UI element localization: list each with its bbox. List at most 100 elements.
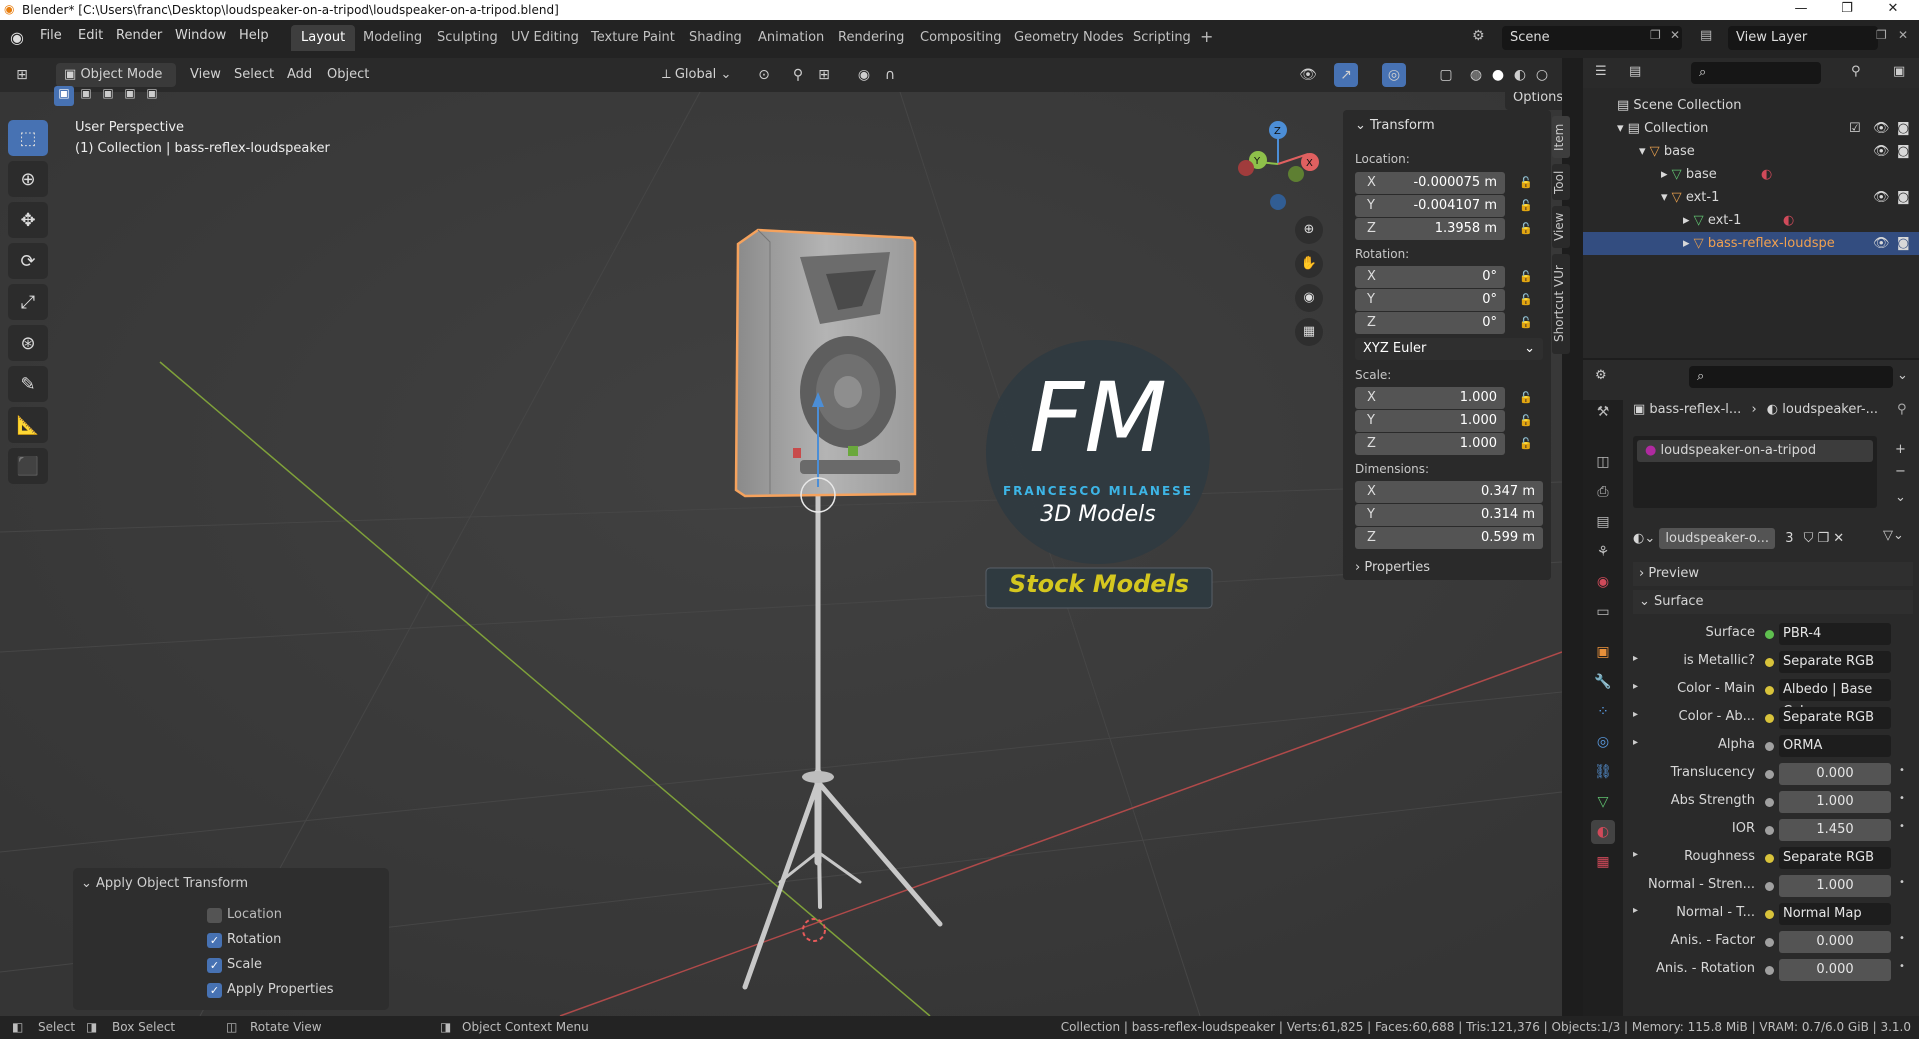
surface-link-field[interactable]: Separate RGB bbox=[1779, 847, 1891, 869]
rotation-checkbox[interactable]: ✓ bbox=[207, 933, 222, 948]
outliner-row-base-mesh[interactable]: ▸ ▽ base ◐ bbox=[1583, 163, 1919, 186]
visibility-icon[interactable]: 👁 bbox=[1296, 63, 1320, 87]
tab-shading[interactable]: Shading bbox=[679, 25, 752, 51]
select-intersect-icon[interactable]: ▣ bbox=[142, 86, 162, 106]
outliner-row-scene-collection[interactable]: ▤ Scene Collection bbox=[1583, 94, 1919, 117]
material-slot-list[interactable]: ● loudspeaker-on-a-tripod bbox=[1633, 436, 1877, 508]
add-slot-icon[interactable]: + bbox=[1895, 442, 1906, 457]
socket-icon[interactable] bbox=[1765, 770, 1774, 779]
add-cube-tool-icon[interactable]: ⬛ bbox=[8, 448, 48, 484]
menu-add[interactable]: Add bbox=[287, 63, 312, 87]
proportional-edit-icon[interactable]: ◉ bbox=[852, 63, 876, 87]
dimensions-x-field[interactable]: X 0.347 m bbox=[1355, 481, 1543, 503]
socket-icon[interactable] bbox=[1765, 882, 1774, 891]
scale-tool-icon[interactable]: ⤢ bbox=[8, 284, 48, 320]
lock-icon[interactable]: 🔓 bbox=[1519, 391, 1533, 404]
surface-link-field[interactable]: Normal Map bbox=[1779, 903, 1891, 925]
collection-tab-icon[interactable]: ▭ bbox=[1591, 600, 1615, 624]
select-subtract-icon[interactable]: ▣ bbox=[98, 86, 118, 106]
rotation-y-field[interactable]: Y 0° bbox=[1355, 289, 1505, 311]
expand-icon[interactable]: ▸ bbox=[1683, 236, 1694, 251]
data-tab-icon[interactable]: ▽ bbox=[1591, 790, 1615, 814]
surface-number-field[interactable]: 0.000 bbox=[1779, 959, 1891, 981]
chevron-down-icon[interactable]: ⌄ bbox=[1897, 368, 1908, 383]
scale-x-field[interactable]: X 1.000 bbox=[1355, 387, 1505, 409]
gizmo-icon[interactable]: ↗ bbox=[1334, 63, 1358, 87]
tab-shortcut-vur[interactable]: Shortcut VUr bbox=[1552, 254, 1570, 354]
lock-icon[interactable]: 🔓 bbox=[1519, 414, 1533, 427]
expand-icon[interactable]: ▸ bbox=[1683, 213, 1694, 228]
zoom-icon[interactable]: ⊕ bbox=[1295, 216, 1323, 244]
blender-menu-icon[interactable]: ◉ bbox=[10, 28, 24, 47]
camera-icon[interactable]: ◙ bbox=[1897, 186, 1910, 209]
surface-number-field[interactable]: 1.450 bbox=[1779, 819, 1891, 841]
keyframe-icon[interactable]: • bbox=[1899, 877, 1905, 888]
keyframe-icon[interactable]: • bbox=[1899, 933, 1905, 944]
fake-user-icon[interactable]: ⛉ ❐ ✕ bbox=[1804, 531, 1845, 546]
render-tab-icon[interactable]: ◫ bbox=[1591, 450, 1615, 474]
socket-icon[interactable] bbox=[1765, 966, 1774, 975]
view-layer-selector[interactable]: View Layer bbox=[1728, 26, 1878, 50]
tab-scripting[interactable]: Scripting bbox=[1123, 25, 1201, 51]
filter-icon[interactable]: ⚲ bbox=[1851, 64, 1861, 79]
falloff-icon[interactable]: ∩ bbox=[878, 63, 902, 87]
material-browse-icon[interactable]: ◐⌄ bbox=[1633, 531, 1659, 546]
pin-icon[interactable]: ⚲ bbox=[1897, 402, 1907, 417]
expand-icon[interactable]: ▾ bbox=[1617, 121, 1628, 136]
pivot-icon[interactable]: ⊙ bbox=[752, 63, 776, 87]
remove-slot-icon[interactable]: − bbox=[1895, 464, 1906, 479]
expand-icon[interactable]: ▾ bbox=[1661, 190, 1672, 205]
scale-y-field[interactable]: Y 1.000 bbox=[1355, 410, 1505, 432]
material-datablock[interactable]: ◐⌄ loudspeaker-o... 3 ⛉ ❐ ✕ bbox=[1633, 528, 1853, 550]
surface-link-field[interactable]: Separate RGB bbox=[1779, 651, 1891, 673]
surface-number-field[interactable]: 0.000 bbox=[1779, 931, 1891, 953]
socket-icon[interactable] bbox=[1765, 742, 1774, 751]
chevron-down-icon[interactable]: ⌄ bbox=[1895, 490, 1906, 505]
menu-object[interactable]: Object bbox=[327, 63, 369, 87]
menu-edit[interactable]: Edit bbox=[78, 28, 103, 43]
select-extend-icon[interactable]: ▣ bbox=[76, 86, 96, 106]
transform-orientation[interactable]: ⟂ Global ⌄ bbox=[656, 63, 742, 87]
select-box-tool-icon[interactable]: ⬚ bbox=[8, 120, 48, 156]
rendered-shading-icon[interactable]: ○ bbox=[1530, 63, 1554, 87]
surface-link-field[interactable]: PBR-4 bbox=[1779, 623, 1891, 645]
outliner-row-bass-reflex[interactable]: ▸ ▽ bass-reflex-loudspe 👁 ◙ bbox=[1583, 232, 1919, 255]
overlays-icon[interactable]: ◎ bbox=[1382, 63, 1406, 87]
scale-z-field[interactable]: Z 1.000 bbox=[1355, 433, 1505, 455]
lock-icon[interactable]: 🔓 bbox=[1519, 199, 1533, 212]
cursor-tool-icon[interactable]: ⊕ bbox=[8, 161, 48, 197]
surface-number-field[interactable]: 1.000 bbox=[1779, 875, 1891, 897]
dimensions-y-field[interactable]: Y 0.314 m bbox=[1355, 504, 1543, 526]
minimize-icon[interactable]: — bbox=[1778, 0, 1824, 20]
material-name-field[interactable]: loudspeaker-o... bbox=[1659, 528, 1776, 549]
properties-subpanel[interactable]: › Properties bbox=[1343, 556, 1551, 580]
tab-geometry-nodes[interactable]: Geometry Nodes bbox=[1004, 25, 1134, 51]
lock-icon[interactable]: 🔓 bbox=[1519, 222, 1533, 235]
lock-icon[interactable]: 🔓 bbox=[1519, 437, 1533, 450]
outliner-row-base[interactable]: ▾ ▽ base 👁 ◙ bbox=[1583, 140, 1919, 163]
socket-icon[interactable] bbox=[1765, 630, 1774, 639]
select-invert-icon[interactable]: ▣ bbox=[120, 86, 140, 106]
eye-icon[interactable]: 👁 bbox=[1873, 186, 1890, 209]
tab-modeling[interactable]: Modeling bbox=[353, 25, 432, 51]
camera-view-icon[interactable]: ◉ bbox=[1295, 284, 1323, 312]
material-tab-icon[interactable]: ◐ bbox=[1591, 820, 1615, 844]
view-layer-icon[interactable]: ▤ bbox=[1700, 28, 1712, 43]
outliner-row-ext-1-mesh[interactable]: ▸ ▽ ext-1 ◐ bbox=[1583, 209, 1919, 232]
move-tool-icon[interactable]: ✥ bbox=[8, 202, 48, 238]
socket-icon[interactable] bbox=[1765, 910, 1774, 919]
new-view-layer-icon[interactable]: ❐ bbox=[1876, 28, 1887, 42]
scene-tab-icon[interactable]: ⚘ bbox=[1591, 540, 1615, 564]
tab-compositing[interactable]: Compositing bbox=[910, 25, 1012, 51]
options-dropdown[interactable]: Options ⌄ bbox=[1505, 92, 1562, 129]
world-tab-icon[interactable]: ◉ bbox=[1591, 570, 1615, 594]
xray-icon[interactable]: ▢ bbox=[1434, 63, 1458, 87]
snap-target-icon[interactable]: ⊞ bbox=[812, 63, 836, 87]
socket-icon[interactable] bbox=[1765, 714, 1774, 723]
menu-select[interactable]: Select bbox=[234, 63, 274, 87]
tab-item[interactable]: Item bbox=[1552, 116, 1570, 158]
outliner-editor-icon[interactable]: ☰ bbox=[1595, 64, 1607, 79]
camera-icon[interactable]: ◙ bbox=[1897, 117, 1910, 140]
new-collection-icon[interactable]: ▣ bbox=[1893, 64, 1905, 79]
tab-layout[interactable]: Layout bbox=[291, 25, 356, 51]
